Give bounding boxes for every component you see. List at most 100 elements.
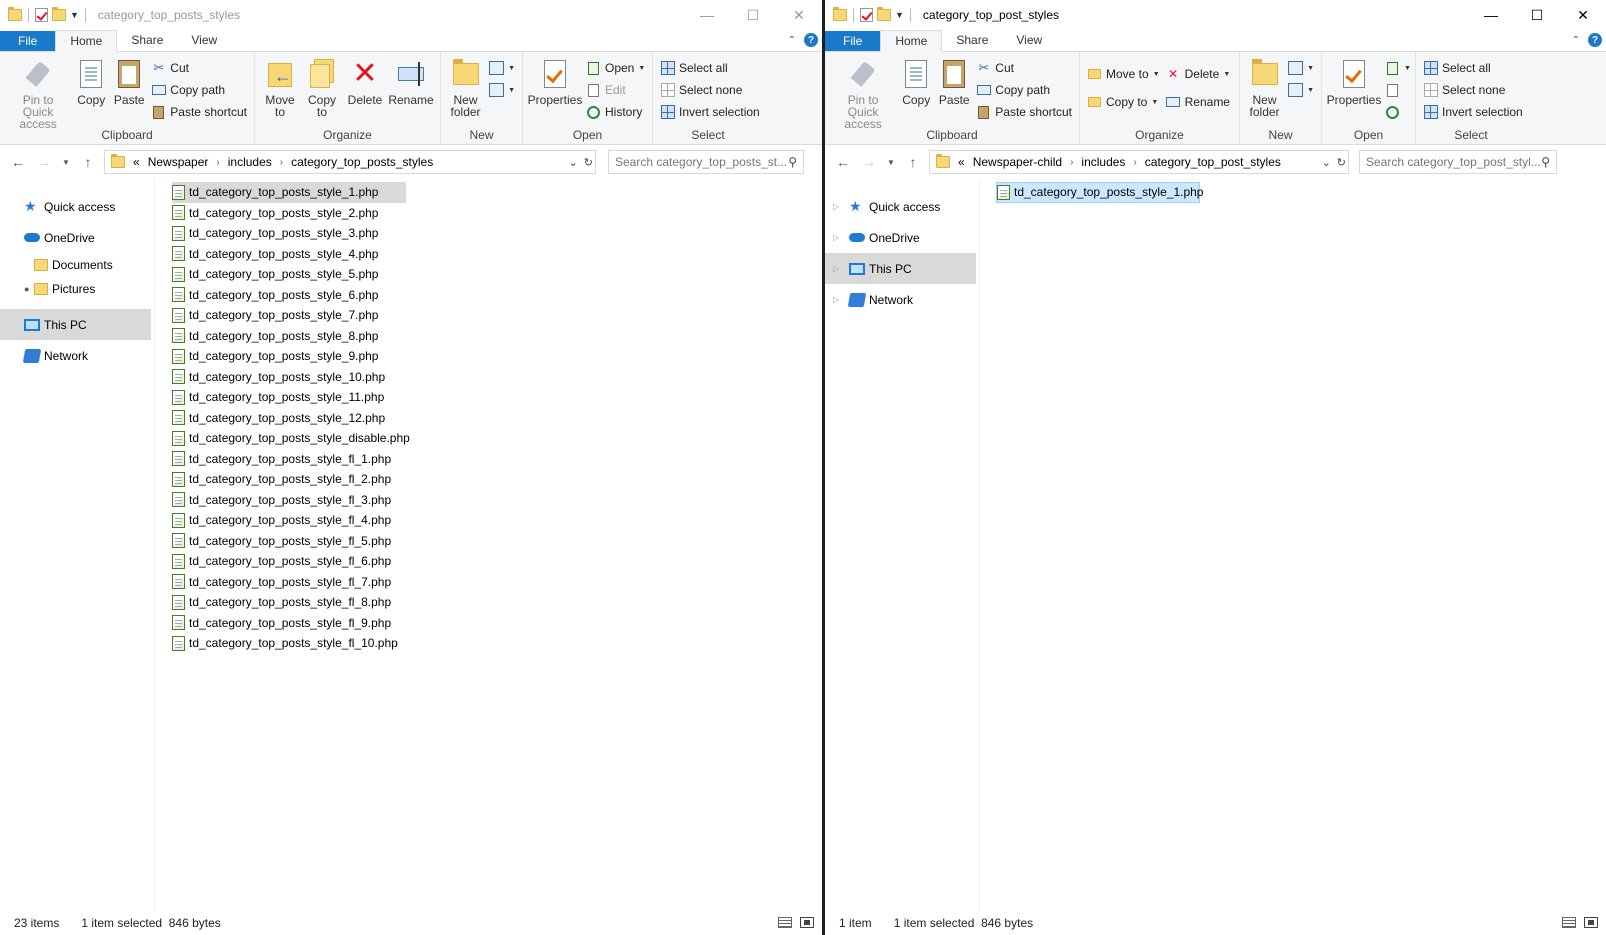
file-row[interactable]: td_category_top_posts_style_disable.php [172, 428, 822, 449]
nav-documents[interactable]: Documents [0, 253, 154, 277]
open-button[interactable]: ▼ [1382, 58, 1414, 78]
new-item-button[interactable]: ▼ [486, 58, 518, 78]
copy-path-button[interactable]: Copy path [973, 80, 1075, 100]
maximize-icon[interactable]: ☐ [1514, 0, 1560, 30]
address-overflow[interactable]: « [133, 155, 140, 169]
forward-arrow-icon[interactable]: → [34, 154, 54, 170]
file-row[interactable]: td_category_top_posts_style_fl_10.php [172, 633, 822, 654]
cut-button[interactable]: ✂ Cut [973, 58, 1075, 78]
tab-file[interactable]: File [825, 30, 881, 51]
properties-quick-icon[interactable] [35, 8, 48, 22]
nav-quick-access[interactable]: ▷ ★ Quick access [825, 191, 979, 222]
help-icon[interactable]: ? [1588, 33, 1602, 47]
invert-selection-button[interactable]: Invert selection [657, 102, 763, 122]
file-row[interactable]: td_category_top_posts_style_fl_1.php [172, 449, 822, 470]
tab-file[interactable]: File [0, 30, 56, 51]
close-icon[interactable]: ✕ [776, 0, 822, 30]
search-input[interactable]: Search category_top_post_styl... ⚲ [1359, 150, 1557, 174]
minimize-icon[interactable]: — [1468, 0, 1514, 30]
nav-quick-access[interactable]: ★ Quick access [0, 191, 154, 222]
file-row[interactable]: td_category_top_posts_style_11.php [172, 387, 822, 408]
nav-onedrive[interactable]: OneDrive [0, 222, 154, 253]
file-row[interactable]: td_category_top_posts_style_1.php [996, 182, 1203, 203]
invert-selection-button[interactable]: Invert selection [1420, 102, 1526, 122]
expand-arrow-icon[interactable]: ▷ [833, 264, 839, 273]
delete-button[interactable]: ✕ Delete ▼ [1163, 64, 1234, 84]
chevron-right-icon[interactable]: › [1070, 157, 1073, 168]
up-arrow-icon[interactable]: ↑ [903, 154, 923, 170]
file-row[interactable]: td_category_top_posts_style_fl_5.php [172, 531, 822, 552]
open-button[interactable]: Open ▼ [583, 58, 648, 78]
recent-locations-icon[interactable]: ▼ [885, 158, 897, 167]
maximize-icon[interactable]: ☐ [730, 0, 776, 30]
tab-share[interactable]: Share [942, 29, 1002, 51]
new-folder-quick-icon[interactable] [877, 7, 891, 21]
file-row[interactable]: td_category_top_posts_style_fl_3.php [172, 490, 822, 511]
breadcrumb-newspaper-child[interactable]: Newspaper-child [973, 155, 1062, 169]
customize-toolbar-icon[interactable]: ▼ [895, 10, 904, 20]
file-row[interactable]: td_category_top_posts_style_8.php [172, 326, 822, 347]
history-button[interactable]: History [583, 102, 648, 122]
details-view-icon[interactable] [1562, 917, 1576, 928]
paste-shortcut-button[interactable]: Paste shortcut [973, 102, 1075, 122]
select-none-button[interactable]: Select none [1420, 80, 1526, 100]
customize-toolbar-icon[interactable]: ▼ [70, 10, 79, 20]
expand-arrow-icon[interactable]: ▷ [833, 202, 839, 211]
copy-path-button[interactable]: Copy path [148, 80, 250, 100]
address-bar[interactable]: « Newspaper-child › includes › category_… [929, 150, 1349, 174]
refresh-icon[interactable]: ↻ [584, 156, 593, 169]
expand-arrow-icon[interactable]: ▷ [833, 233, 839, 242]
expand-arrow-icon[interactable]: ▷ [833, 295, 839, 304]
file-row[interactable]: td_category_top_posts_style_2.php [172, 203, 822, 224]
file-row[interactable]: td_category_top_posts_style_10.php [172, 367, 822, 388]
chevron-right-icon[interactable]: › [216, 157, 219, 168]
back-arrow-icon[interactable]: ← [8, 154, 28, 170]
move-to-button[interactable]: Move to ▼ [1084, 64, 1163, 84]
chevron-right-icon[interactable]: › [1133, 157, 1136, 168]
tab-view[interactable]: View [1002, 29, 1056, 51]
search-input[interactable]: Search category_top_posts_st... ⚲ [608, 150, 804, 174]
file-row[interactable]: td_category_top_posts_style_1.php [172, 182, 406, 203]
breadcrumb-newspaper[interactable]: Newspaper [148, 155, 209, 169]
file-row[interactable]: td_category_top_posts_style_9.php [172, 346, 822, 367]
address-overflow[interactable]: « [958, 155, 965, 169]
file-row[interactable]: td_category_top_posts_style_fl_9.php [172, 613, 822, 634]
breadcrumb-includes[interactable]: includes [1081, 155, 1125, 169]
paste-shortcut-button[interactable]: Paste shortcut [148, 102, 250, 122]
breadcrumb-current[interactable]: category_top_posts_styles [291, 155, 433, 169]
collapse-ribbon-icon[interactable]: ⌃ [1572, 35, 1580, 46]
select-all-button[interactable]: Select all [657, 58, 763, 78]
file-row[interactable]: td_category_top_posts_style_fl_8.php [172, 592, 822, 613]
close-icon[interactable]: ✕ [1560, 0, 1606, 30]
address-dropdown-icon[interactable]: ⌄ [1322, 156, 1331, 169]
file-row[interactable]: td_category_top_posts_style_12.php [172, 408, 822, 429]
history-button[interactable] [1382, 102, 1414, 122]
breadcrumb-current[interactable]: category_top_post_styles [1145, 155, 1281, 169]
large-icons-view-icon[interactable] [1584, 917, 1598, 928]
help-icon[interactable]: ? [804, 33, 818, 47]
recent-locations-icon[interactable]: ▼ [60, 158, 72, 167]
collapse-ribbon-icon[interactable]: ⌃ [788, 35, 796, 46]
details-view-icon[interactable] [778, 917, 792, 928]
nav-this-pc[interactable]: ▷ This PC [825, 253, 976, 284]
easy-access-button[interactable]: ▼ [486, 80, 518, 100]
file-row[interactable]: td_category_top_posts_style_3.php [172, 223, 822, 244]
tab-home[interactable]: Home [880, 30, 943, 52]
nav-network[interactable]: Network [0, 340, 154, 371]
properties-quick-icon[interactable] [860, 8, 873, 22]
up-arrow-icon[interactable]: ↑ [78, 154, 98, 170]
file-row[interactable]: td_category_top_posts_style_6.php [172, 285, 822, 306]
tab-home[interactable]: Home [55, 30, 118, 52]
file-row[interactable]: td_category_top_posts_style_4.php [172, 244, 822, 265]
file-row[interactable]: td_category_top_posts_style_5.php [172, 264, 822, 285]
address-bar[interactable]: « Newspaper › includes › category_top_po… [104, 150, 596, 174]
file-row[interactable]: td_category_top_posts_style_fl_6.php [172, 551, 822, 572]
nav-onedrive[interactable]: ▷ OneDrive [825, 222, 979, 253]
copy-to-button[interactable]: Copy to ▼ [1084, 92, 1163, 112]
edit-button[interactable] [1382, 80, 1414, 100]
nav-pictures[interactable]: ● Pictures [0, 277, 154, 301]
new-item-button[interactable]: ▼ [1285, 58, 1317, 78]
address-dropdown-icon[interactable]: ⌄ [569, 156, 578, 169]
large-icons-view-icon[interactable] [800, 917, 814, 928]
new-folder-quick-icon[interactable] [52, 7, 66, 21]
